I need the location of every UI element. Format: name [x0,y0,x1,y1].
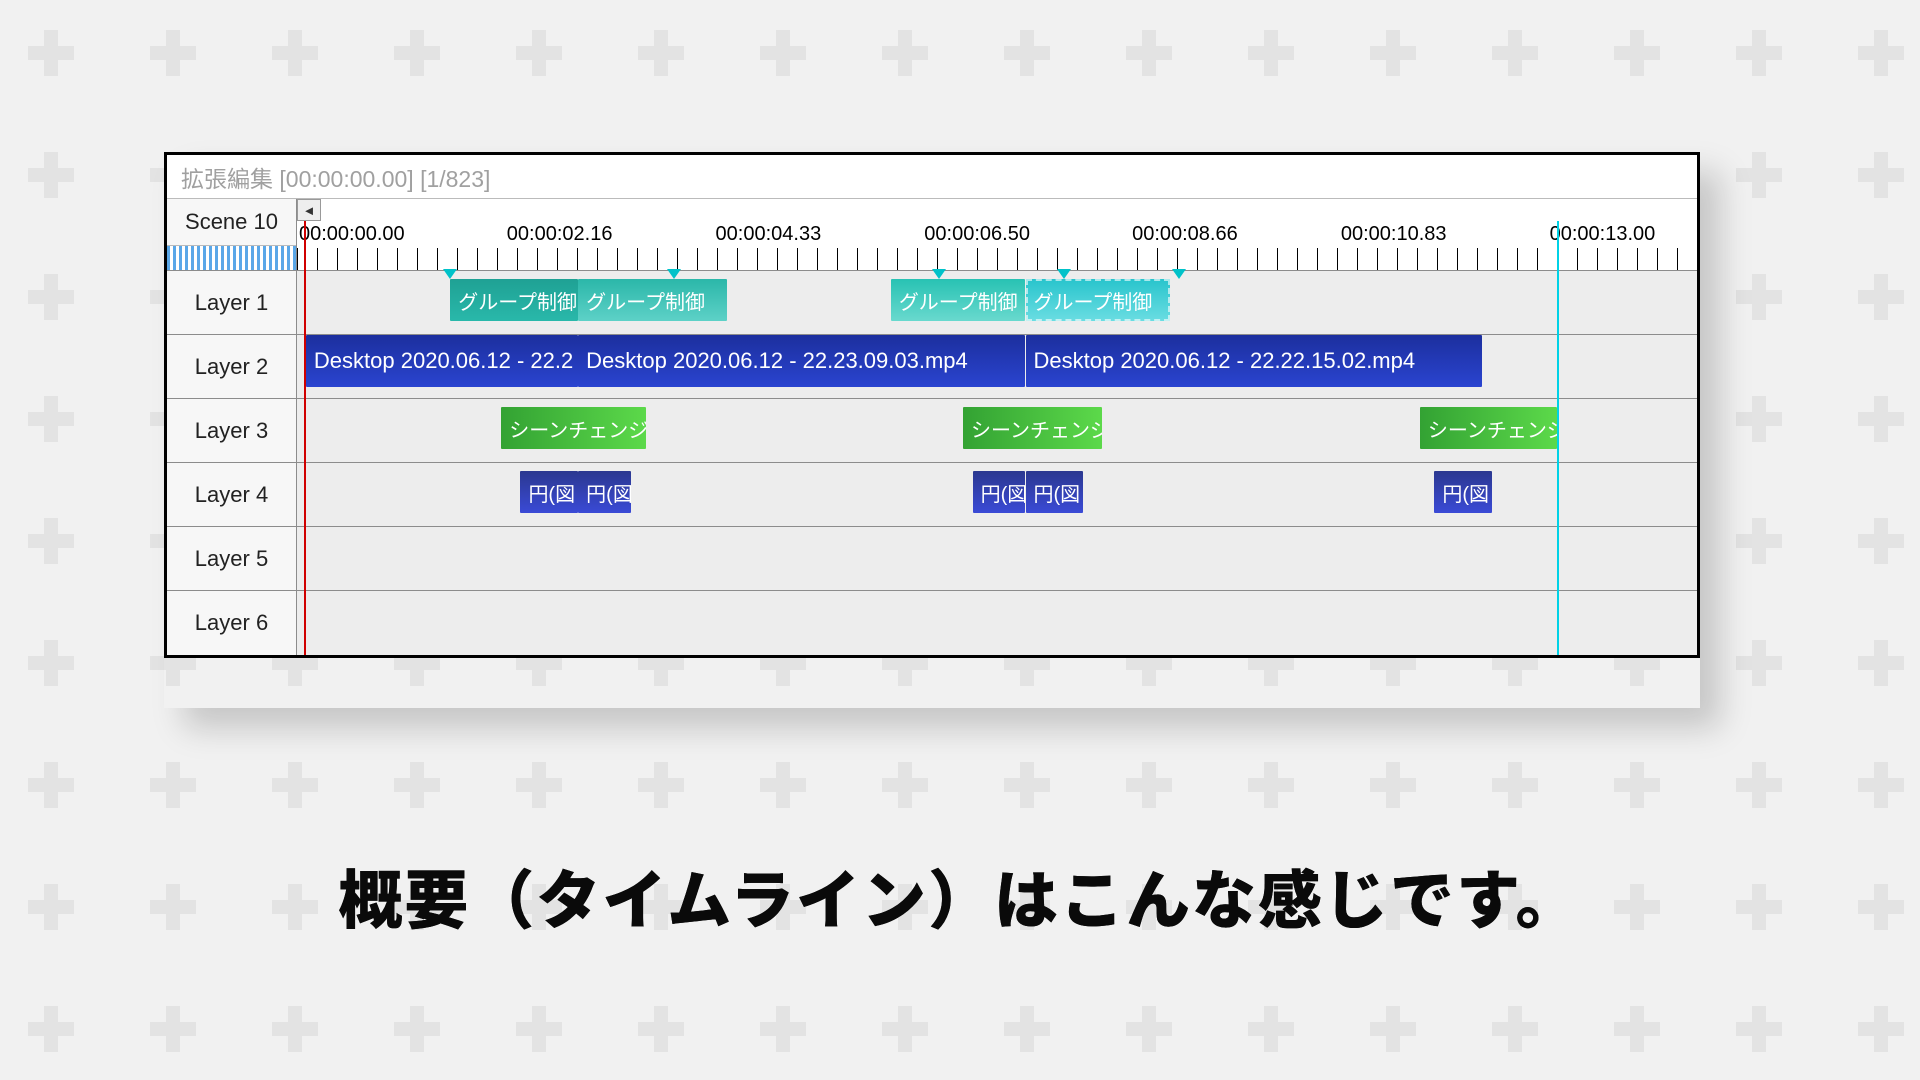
layer-row: Layer 5 [167,527,1697,591]
clip[interactable]: 円(図 [973,471,1026,513]
scroll-left-arrow-icon[interactable]: ◄ [297,199,321,221]
layer-row: Layer 2Desktop 2020.06.12 - 22.2Desktop … [167,335,1697,399]
scene-cell[interactable]: Scene 10 [167,199,297,270]
clip[interactable]: Desktop 2020.06.12 - 22.23.09.03.mp4 [578,335,1025,387]
layer-track[interactable]: Desktop 2020.06.12 - 22.2 Desktop 2020.06… [297,335,1697,398]
layer-name[interactable]: Layer 4 [167,463,297,526]
clip[interactable]: 円(図 [578,471,631,513]
layer-name[interactable]: Layer 1 [167,271,297,334]
layer-name[interactable]: Layer 6 [167,591,297,655]
layer-name[interactable]: Layer 3 [167,399,297,462]
window-titlebar[interactable]: 拡張編集 [00:00:00.00] [1/823] [167,155,1697,199]
scene-zoom-scrubber[interactable] [167,246,296,270]
chapter-marker-icon[interactable] [667,269,681,279]
clip[interactable]: Desktop 2020.06.12 - 22.2 [306,335,578,387]
clip-label: グループ制御 [899,286,1018,315]
clip-label: Desktop 2020.06.12 - 22.2 [314,348,573,374]
ruler-strip[interactable]: 00:00:00.00 00:00:02.16 00:00:04.33 00:00:0… [297,221,1697,270]
clip-label: シーンチェンジ [971,414,1102,443]
time-label: 00:00:06.50 [924,223,1030,246]
timeline-area: Scene 10 ◄ 00:00:00.0000:00:02.1600:00:0… [167,199,1697,655]
clip[interactable]: シーンチェンジ [1420,407,1558,449]
ruler-ticks [297,248,1697,270]
clip-label: 円(図 [1442,478,1489,507]
clip[interactable]: グループ制御 [1026,279,1170,321]
layer-row: Layer 3 シーンチェンジ シーンチェンジ シーンチェンジ [167,399,1697,463]
time-label: 00:00:00.00 [299,223,405,246]
clip-label: シーンチェンジ [1428,414,1558,443]
layer-track[interactable]: シーンチェンジ シーンチェンジ シーンチェンジ [297,399,1697,462]
clip-label: シーンチェンジ [509,414,645,443]
layer-track[interactable]: グループ制御グループ制御グループ制御グループ制御 [297,271,1697,334]
layer-name[interactable]: Layer 5 [167,527,297,590]
layer-row: Layer 1グループ制御グループ制御グループ制御グループ制御 [167,271,1697,335]
time-label: 00:00:13.00 [1550,223,1656,246]
clip-label: グループ制御 [586,286,705,315]
clip-label: グループ制御 [458,286,577,315]
layer-track[interactable]: 円(図円(図円(図円(図円(図 [297,463,1697,526]
clip[interactable]: 円(図 [520,471,578,513]
clip-label: 円(図 [981,478,1026,507]
timeline-window: 拡張編集 [00:00:00.00] [1/823] Scene 10 ◄ 00… [164,152,1700,658]
chapter-marker-icon[interactable] [1057,269,1071,279]
scene-label: Scene 10 [167,199,296,246]
time-label: 00:00:02.16 [507,223,613,246]
clip[interactable]: シーンチェンジ [501,407,645,449]
layer-row: Layer 6 [167,591,1697,655]
layers-container: Layer 1グループ制御グループ制御グループ制御グループ制御Layer 2De… [167,271,1697,655]
layer-row: Layer 4円(図円(図円(図円(図円(図 [167,463,1697,527]
ruler[interactable]: ◄ 00:00:00.0000:00:02.1600:00:04.3300:00… [297,199,1697,270]
time-label: 00:00:08.66 [1132,223,1238,246]
guide-line[interactable] [1557,221,1559,655]
clip-label: 円(図 [528,478,575,507]
layer-track[interactable] [297,591,1697,655]
layer-name[interactable]: Layer 2 [167,335,297,398]
time-labels: 00:00:00.00 00:00:02.16 00:00:04.33 00:00:0… [297,221,1697,249]
time-label: 00:00:10.83 [1341,223,1447,246]
clip-label: Desktop 2020.06.12 - 22.22.15.02.mp4 [1034,348,1416,374]
timeline-header-row: Scene 10 ◄ 00:00:00.0000:00:02.1600:00:0… [167,199,1697,271]
clip-label: Desktop 2020.06.12 - 22.23.09.03.mp4 [586,348,968,374]
clip[interactable]: グループ制御 [578,279,727,321]
clip-label: 円(図 [1034,478,1081,507]
slide-caption: 概要（タイムライン）はこんな感じです。 [338,850,1581,942]
clip[interactable]: グループ制御 [450,279,578,321]
clip[interactable]: Desktop 2020.06.12 - 22.22.15.02.mp4 [1026,335,1483,387]
clip[interactable]: 円(図 [1434,471,1492,513]
chapter-marker-icon[interactable] [932,269,946,279]
chapter-marker-icon[interactable] [443,269,457,279]
clip-label: グループ制御 [1034,286,1153,315]
time-label: 00:00:04.33 [716,223,822,246]
layer-track[interactable] [297,527,1697,590]
window-title: 拡張編集 [00:00:00.00] [1/823] [181,160,490,194]
playhead[interactable] [304,221,306,655]
clip[interactable]: 円(図 [1026,471,1084,513]
chapter-marker-icon[interactable] [1172,269,1186,279]
clip[interactable]: シーンチェンジ [963,407,1102,449]
clip[interactable]: グループ制御 [891,279,1026,321]
clip-label: 円(図 [586,478,631,507]
